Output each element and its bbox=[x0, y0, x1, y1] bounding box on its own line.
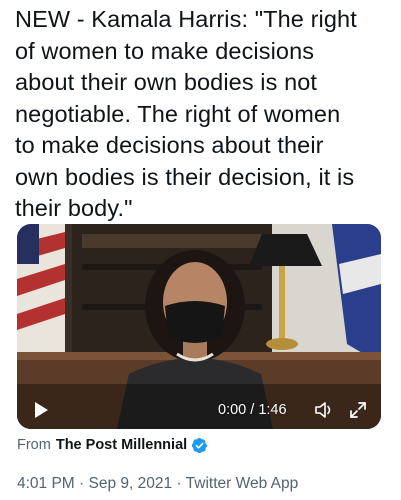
meta-separator: · bbox=[79, 475, 85, 492]
volume-button[interactable] bbox=[314, 400, 334, 420]
time-separator: / bbox=[250, 402, 255, 418]
video-source: From The Post Millennial bbox=[17, 434, 208, 456]
tweet-time-link[interactable]: 4:01 PM bbox=[17, 475, 75, 492]
play-button[interactable] bbox=[31, 400, 51, 420]
meta-separator: · bbox=[176, 475, 182, 492]
video-thumbnail bbox=[17, 224, 381, 429]
video-timestamp: 0:00 / 1:46 bbox=[218, 400, 287, 420]
fullscreen-button[interactable] bbox=[349, 401, 367, 419]
tweet-metadata: 4:01 PM · Sep 9, 2021 · Twitter Web App bbox=[17, 473, 298, 495]
tweet-text: NEW - Kamala Harris: "The right of women… bbox=[15, 6, 357, 221]
tweet-date-link[interactable]: Sep 9, 2021 bbox=[89, 475, 173, 492]
volume-icon bbox=[315, 402, 331, 418]
source-account-link[interactable]: The Post Millennial bbox=[56, 434, 187, 456]
verified-badge-icon bbox=[192, 437, 208, 453]
video-player[interactable]: 0:00 / 1:46 bbox=[17, 224, 381, 429]
current-time: 0:00 bbox=[218, 402, 247, 418]
duration: 1:46 bbox=[258, 402, 287, 418]
play-icon bbox=[35, 402, 48, 418]
expand-icon bbox=[350, 402, 366, 418]
source-prefix: From bbox=[17, 437, 51, 453]
tweet-client-link[interactable]: Twitter Web App bbox=[186, 475, 299, 492]
